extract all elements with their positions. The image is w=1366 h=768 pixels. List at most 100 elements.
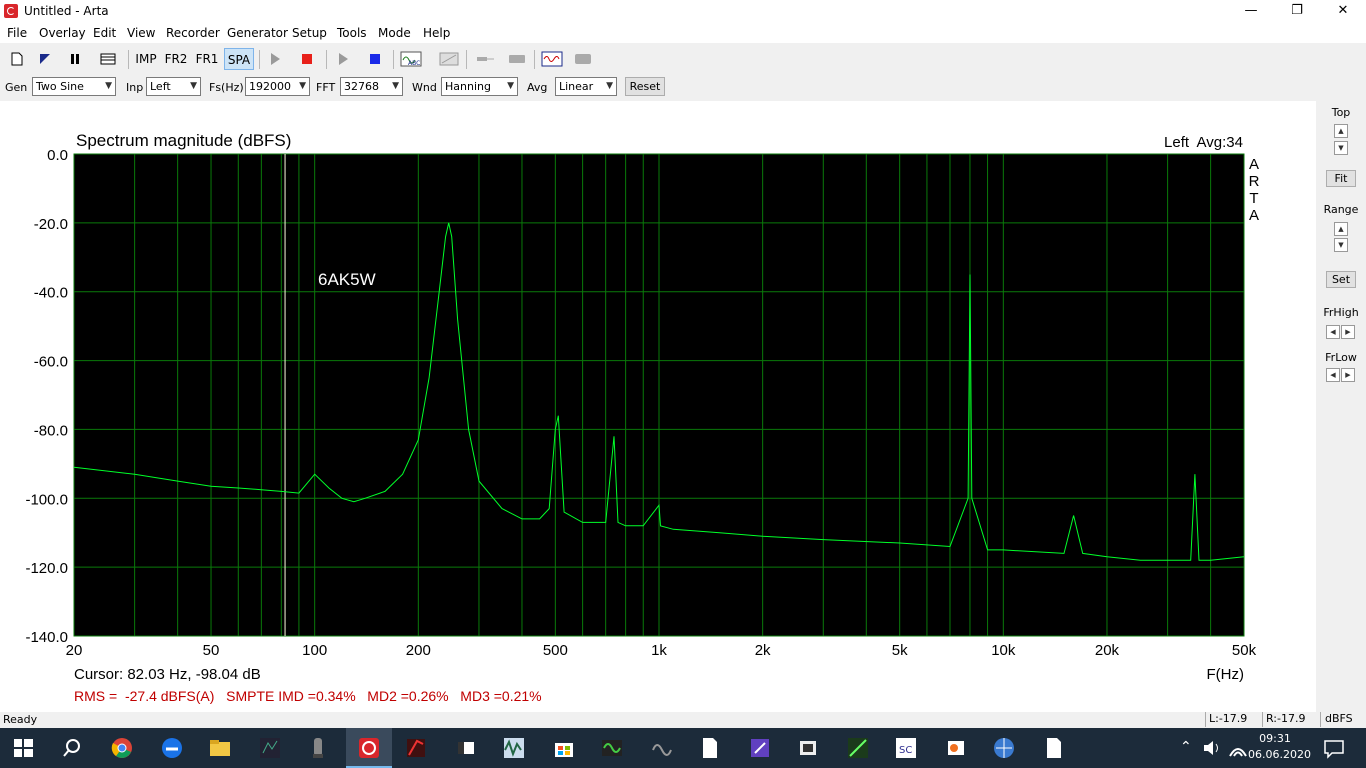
fs-select[interactable]: 192000 ▼ [245, 77, 310, 96]
inp-select[interactable]: Left ▼ [146, 77, 201, 96]
x-tick-label: 2k [755, 642, 771, 659]
window-title: Untitled - Arta [24, 4, 109, 18]
app-dark-icon[interactable] [258, 736, 282, 760]
record-stop-icon[interactable] [298, 48, 316, 70]
frlow-left-icon[interactable]: ◀ [1326, 368, 1340, 382]
open-icon[interactable] [36, 48, 54, 70]
menu-overlay[interactable]: Overlay [39, 26, 86, 40]
chevron-down-icon: ▼ [299, 81, 306, 91]
range-label: Range [1323, 203, 1359, 216]
orange-app-icon[interactable] [944, 736, 968, 760]
clock-date[interactable]: 06.06.2020 [1248, 748, 1311, 761]
menu-generator[interactable]: Generator [227, 26, 288, 40]
network-app-icon[interactable] [992, 736, 1016, 760]
y-tick-label: -80.0 [34, 422, 68, 439]
abc-wave-icon[interactable]: ABC [399, 48, 423, 70]
menu-file[interactable]: File [7, 26, 27, 40]
chart-title: Spectrum magnitude (dBFS) [76, 131, 291, 150]
generator-stop-icon[interactable] [366, 48, 384, 70]
minimize-icon[interactable]: — [1228, 0, 1274, 23]
document-icon[interactable] [698, 736, 722, 760]
graph-app-icon[interactable] [846, 736, 870, 760]
fr2-button[interactable]: FR2 [162, 48, 190, 70]
frlow-label: FrLow [1325, 351, 1357, 364]
arta-letter: T [1249, 190, 1258, 207]
range-up-icon[interactable]: ▲ [1334, 222, 1348, 236]
x-tick-label: 500 [543, 642, 568, 659]
fft-select[interactable]: 32768 ▼ [340, 77, 403, 96]
play-icon[interactable] [266, 48, 284, 70]
scope-icon[interactable] [540, 48, 564, 70]
frlow-right-icon[interactable]: ▶ [1341, 368, 1355, 382]
close-icon[interactable]: ✕ [1320, 0, 1366, 23]
sc-app-icon[interactable]: SC [894, 736, 918, 760]
control-bar: Gen Two Sine ▼ Inp Left ▼ Fs(Hz) 192000 ▼ F… [0, 74, 1366, 100]
avg-select[interactable]: Linear ▼ [555, 77, 617, 96]
maximize-icon[interactable]: ❐ [1274, 0, 1320, 23]
x-tick-labels: 20 50 100 200 500 1k 2k 5k 10k 20k 50k [66, 642, 1257, 659]
imp-button[interactable]: IMP [133, 48, 159, 70]
pen-app-icon[interactable] [748, 736, 772, 760]
pause-icon[interactable] [66, 48, 84, 70]
arta-letter: A [1249, 207, 1259, 224]
title-bar: Untitled - Arta — ❐ ✕ [0, 0, 1366, 23]
meter-icon[interactable] [506, 48, 528, 70]
set-button[interactable]: Set [1326, 271, 1356, 288]
spectrum-graph[interactable]: Spectrum magnitude (dBFS) Left Avg:34 0.… [0, 101, 1316, 712]
blank-document-icon[interactable] [1042, 736, 1066, 760]
range-down-icon[interactable]: ▼ [1334, 238, 1348, 252]
red-app-icon[interactable] [404, 736, 428, 760]
x-axis-label: F(Hz) [1207, 666, 1245, 683]
device-icon[interactable] [454, 736, 478, 760]
search-icon[interactable] [60, 736, 84, 760]
menu-mode[interactable]: Mode [378, 26, 411, 40]
menu-view[interactable]: View [127, 26, 155, 40]
edge-icon[interactable] [160, 736, 184, 760]
network-icon[interactable] [1226, 736, 1250, 760]
y-tick-label: -60.0 [34, 354, 68, 371]
disabled-wave-icon[interactable] [438, 48, 460, 70]
windows-start-icon[interactable] [12, 736, 36, 760]
generator-play-icon[interactable] [334, 48, 352, 70]
probe-icon[interactable] [474, 48, 496, 70]
card-app-icon[interactable] [796, 736, 820, 760]
dark-wave-icon[interactable] [650, 736, 674, 760]
menu-tools[interactable]: Tools [337, 26, 367, 40]
file-explorer-icon[interactable] [208, 736, 232, 760]
reset-button[interactable]: Reset [625, 77, 665, 96]
top-down-icon[interactable]: ▼ [1334, 141, 1348, 155]
fr1-button[interactable]: FR1 [193, 48, 221, 70]
store-icon[interactable] [552, 736, 576, 760]
scope-app-icon[interactable] [600, 736, 624, 760]
x-tick-label: 20k [1095, 642, 1120, 659]
display-icon[interactable] [572, 48, 594, 70]
spectrum-plot[interactable]: Spectrum magnitude (dBFS) Left Avg:34 0.… [0, 101, 1316, 712]
notification-icon[interactable] [1322, 736, 1346, 760]
tube-app-icon[interactable] [306, 736, 330, 760]
left-level: L:-17.9 [1205, 712, 1261, 727]
measurement-readout: RMS = -27.4 dBFS(A) SMPTE IMD =0.34% MD2… [74, 688, 542, 704]
menu-help[interactable]: Help [423, 26, 450, 40]
speaker-icon[interactable] [1200, 736, 1224, 760]
waveform-app-icon[interactable] [502, 736, 526, 760]
x-tick-label: 10k [991, 642, 1016, 659]
chevron-up-icon[interactable]: ⌃ [1180, 739, 1192, 755]
new-file-icon[interactable] [8, 48, 26, 70]
menu-recorder[interactable]: Recorder [166, 26, 220, 40]
clock-time[interactable]: 09:31 [1250, 732, 1300, 745]
menu-edit[interactable]: Edit [93, 26, 116, 40]
arta-taskbar-button[interactable] [346, 728, 392, 768]
wnd-select[interactable]: Hanning ▼ [441, 77, 518, 96]
y-tick-labels: 0.0 -20.0 -40.0 -60.0 -80.0 -100.0 -120.0 -140.… [25, 147, 68, 646]
menu-setup[interactable]: Setup [292, 26, 327, 40]
frhigh-left-icon[interactable]: ◀ [1326, 325, 1340, 339]
frhigh-right-icon[interactable]: ▶ [1341, 325, 1355, 339]
fit-button[interactable]: Fit [1326, 170, 1356, 187]
x-tick-label: 50k [1232, 642, 1257, 659]
top-up-icon[interactable]: ▲ [1334, 124, 1348, 138]
gen-select[interactable]: Two Sine ▼ [32, 77, 116, 96]
chrome-icon[interactable] [110, 736, 134, 760]
gen-label: Gen [5, 81, 28, 94]
table-icon[interactable] [98, 48, 118, 70]
spa-button[interactable]: SPA [224, 48, 254, 70]
